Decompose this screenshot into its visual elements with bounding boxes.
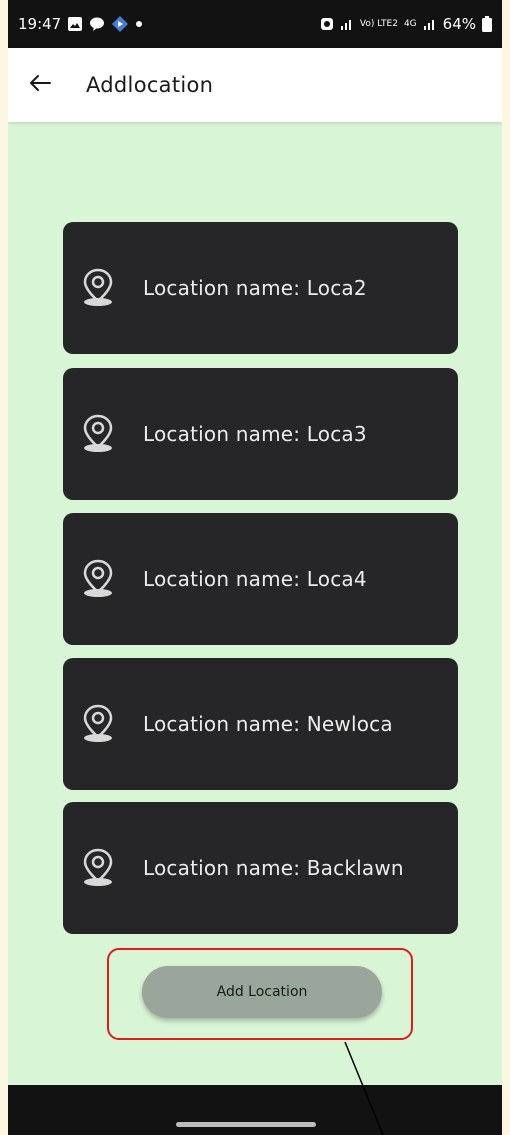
battery-percent: 64% (442, 15, 476, 33)
system-nav-bar (8, 1085, 502, 1135)
signal-bars-2-icon (423, 18, 437, 30)
status-bar: 19:47 Vo) LTE2 4G 64% (8, 0, 502, 48)
location-pin-icon (77, 703, 119, 745)
location-pin-icon (77, 267, 119, 309)
location-pin-icon (77, 413, 119, 455)
alarm-icon (320, 17, 334, 31)
back-button[interactable] (8, 48, 72, 122)
signal-bars-icon (340, 18, 354, 30)
add-location-button[interactable]: Add Location (142, 966, 382, 1018)
location-card[interactable]: Location name: Loca3 (63, 368, 458, 500)
location-name: Location name: Backlawn (143, 856, 404, 880)
network-type-label: Vo) LTE2 (359, 18, 398, 29)
status-left: 19:47 (18, 15, 143, 33)
app-bar: Addlocation (8, 48, 502, 122)
chat-bubble-icon (89, 16, 105, 32)
status-right: Vo) LTE2 4G 64% (320, 15, 492, 33)
home-handle[interactable] (176, 1122, 316, 1127)
location-card[interactable]: Location name: Loca4 (63, 513, 458, 645)
location-card[interactable]: Location name: Newloca (63, 658, 458, 790)
network-4g-label: 4G (403, 18, 417, 29)
battery-icon (482, 16, 492, 32)
location-name: Location name: Loca3 (143, 422, 367, 446)
location-pin-icon (77, 558, 119, 600)
location-card[interactable]: Location name: Loca2 (63, 222, 458, 354)
arrow-left-icon (29, 74, 51, 96)
app-notification-icon (111, 15, 129, 33)
page-title: Addlocation (86, 73, 214, 97)
app-screen: 19:47 Vo) LTE2 4G 64% Addlocation Locati… (8, 0, 502, 1135)
more-notifications-dot-icon (135, 20, 143, 28)
location-name: Location name: Newloca (143, 712, 393, 736)
location-name: Location name: Loca4 (143, 567, 367, 591)
location-pin-icon (77, 847, 119, 889)
status-time: 19:47 (18, 15, 62, 33)
gallery-icon (67, 16, 83, 32)
location-name: Location name: Loca2 (143, 276, 367, 300)
location-card[interactable]: Location name: Backlawn (63, 802, 458, 934)
